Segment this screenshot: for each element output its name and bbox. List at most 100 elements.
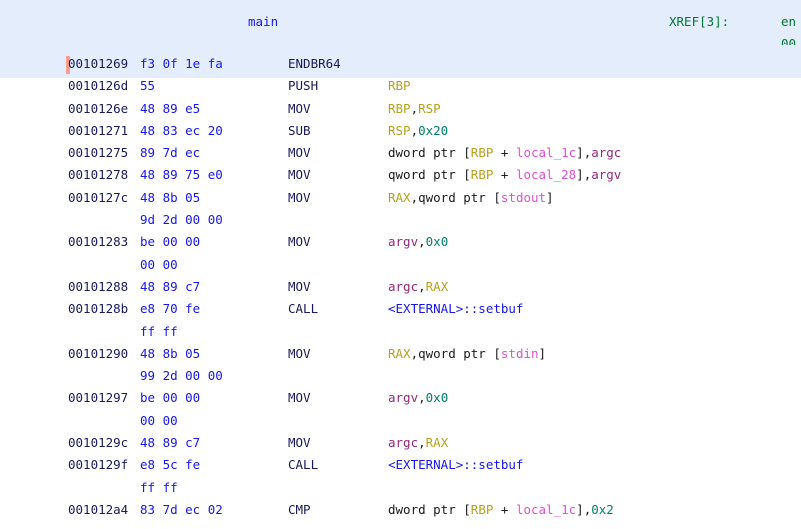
instruction-address[interactable]: 00101290 — [68, 346, 128, 361]
instruction-mnemonic: MOV — [288, 100, 311, 116]
instruction-bytes: 99 2d 00 00 — [140, 368, 223, 384]
operand-token-param[interactable]: argv — [388, 234, 418, 249]
instruction-row[interactable]: 00101283 be 00 00 MOV argv,0x0 — [0, 234, 801, 256]
instruction-address[interactable]: 0010129c — [68, 435, 128, 450]
operand-token-param[interactable]: argc — [388, 279, 418, 294]
instruction-operands[interactable]: dword ptr [RBP + local_1c],0x2 — [388, 502, 614, 517]
operand-token-sym[interactable]: stdout — [501, 190, 546, 205]
instruction-operands[interactable]: argc,RAX — [388, 279, 448, 294]
instruction-operands[interactable]: <EXTERNAL>::setbuf — [388, 301, 523, 316]
instruction-row[interactable]: 001012a4 83 7d ec 02 CMP dword ptr [RBP + l… — [0, 502, 801, 524]
instruction-row[interactable]: 0010128b e8 70 fe CALL <EXTERNAL>::setbuf — [0, 301, 801, 323]
instruction-address[interactable]: 0010129f — [68, 457, 128, 472]
operand-token-sym[interactable]: stdin — [501, 346, 539, 361]
instruction-operands[interactable]: RBP,RSP — [388, 101, 441, 116]
instruction-bytes: 48 8b 05 — [140, 189, 201, 205]
operand-token-reg: RSP — [418, 100, 441, 116]
instruction-row[interactable]: 0010126e 48 89 e5 MOV RBP,RSP — [0, 101, 801, 123]
instruction-address[interactable]: 00101271 — [68, 123, 128, 138]
instruction-row[interactable]: 00101275 89 7d ec MOV dword ptr [RBP + loca… — [0, 145, 801, 167]
instruction-row[interactable]: 00101297 be 00 00 MOV argv,0x0 — [0, 390, 801, 412]
operand-token-const: 0x0 — [425, 390, 449, 406]
operand-token-reg: RBP — [388, 78, 411, 94]
instruction-row[interactable]: 00101288 48 89 c7 MOV argc,RAX — [0, 279, 801, 301]
instruction-bytes: 00 00 — [140, 256, 178, 272]
operand-token-reg: RAX — [425, 435, 449, 451]
operand-token-reg: RBP — [388, 100, 411, 116]
xref-target-label[interactable]: en — [781, 14, 796, 29]
instruction-bytes: 48 89 75 e0 — [140, 167, 223, 183]
operand-token-param[interactable]: argv — [388, 390, 418, 405]
operand-token-const: 0x0 — [425, 234, 449, 250]
instruction-mnemonic: PUSH — [288, 78, 319, 94]
instruction-operands[interactable]: RAX,qword ptr [stdout] — [388, 190, 554, 205]
operand-token-var[interactable]: local_1c — [516, 502, 576, 517]
instruction-address[interactable]: 0010128b — [68, 301, 128, 316]
instruction-row[interactable]: 0010129f e8 5c fe CALL <EXTERNAL>::setbuf — [0, 457, 801, 479]
instruction-row[interactable]: 00 00 — [0, 257, 801, 279]
instruction-mnemonic: MOV — [288, 234, 311, 250]
instruction-address[interactable]: 001012a4 — [68, 502, 128, 517]
operand-token-plain: ], — [576, 167, 592, 183]
instruction-row[interactable]: 00101269 f3 0f 1e fa ENDBR64 — [0, 56, 801, 78]
instruction-address[interactable]: 00101275 — [68, 145, 128, 160]
instruction-operands[interactable]: <EXTERNAL>::setbuf — [388, 457, 523, 472]
instruction-bytes: ff ff — [140, 479, 178, 495]
operand-token-plain: qword ptr [ — [388, 167, 471, 183]
instruction-row[interactable]: 00 00 — [0, 413, 801, 435]
operand-token-var[interactable]: local_1c — [516, 145, 576, 160]
operand-token-plain: dword ptr [ — [388, 501, 471, 517]
instruction-operands[interactable]: argc,RAX — [388, 435, 448, 450]
instruction-bytes: 48 89 e5 — [140, 100, 201, 116]
instruction-row[interactable]: 0010129c 48 89 c7 MOV argc,RAX — [0, 435, 801, 457]
instruction-mnemonic: CMP — [288, 501, 311, 517]
operand-token-extcall[interactable]: <EXTERNAL>::setbuf — [388, 457, 523, 472]
instruction-operands[interactable]: argv,0x0 — [388, 390, 448, 405]
disassembly-listing-view[interactable]: main XREF[3]: en 00 00101269 f3 0f 1e fa E… — [0, 0, 801, 529]
instruction-row-container[interactable]: 00101269 f3 0f 1e fa ENDBR64 0010126d 55 PUSH… — [0, 56, 801, 524]
instruction-row[interactable]: 0010126d 55 PUSH RBP — [0, 78, 801, 100]
instruction-row[interactable]: 0010127c 48 8b 05 MOV RAX,qword ptr [stdout… — [0, 190, 801, 212]
instruction-operands[interactable]: argv,0x0 — [388, 234, 448, 249]
operand-token-plain: , — [418, 390, 426, 406]
instruction-operands[interactable]: RBP — [388, 78, 411, 93]
instruction-address[interactable]: 0010126e — [68, 101, 128, 116]
operand-token-plain: dword ptr [ — [388, 145, 471, 161]
instruction-bytes: 00 00 — [140, 412, 178, 428]
instruction-row[interactable]: 00101290 48 8b 05 MOV RAX,qword ptr [stdin] — [0, 346, 801, 368]
instruction-operands[interactable]: RAX,qword ptr [stdin] — [388, 346, 546, 361]
instruction-bytes: ff ff — [140, 323, 178, 339]
operand-token-param[interactable]: argv — [591, 167, 621, 182]
instruction-address[interactable]: 00101297 — [68, 390, 128, 405]
operand-token-param[interactable]: argc — [591, 145, 621, 160]
operand-token-plain: , — [418, 234, 426, 250]
instruction-row[interactable]: ff ff — [0, 480, 801, 502]
instruction-row[interactable]: 99 2d 00 00 — [0, 368, 801, 390]
instruction-address[interactable]: 00101288 — [68, 279, 128, 294]
instruction-address[interactable]: 00101283 — [68, 234, 128, 249]
operand-token-var[interactable]: local_28 — [516, 167, 576, 182]
instruction-address[interactable]: 00101278 — [68, 167, 128, 182]
instruction-operands[interactable]: RSP,0x20 — [388, 123, 448, 138]
instruction-address[interactable]: 00101269 — [68, 56, 128, 71]
instruction-bytes: e8 5c fe — [140, 457, 201, 473]
instruction-mnemonic: MOV — [288, 435, 311, 451]
function-name-label[interactable]: main — [248, 14, 278, 29]
operand-token-extcall[interactable]: <EXTERNAL>::setbuf — [388, 301, 523, 316]
instruction-operands[interactable]: qword ptr [RBP + local_28],argv — [388, 167, 621, 182]
instruction-operands[interactable]: dword ptr [RBP + local_1c],argc — [388, 145, 621, 160]
instruction-row[interactable]: 00101278 48 89 75 e0 MOV qword ptr [RBP + l… — [0, 167, 801, 189]
instruction-row[interactable]: ff ff — [0, 324, 801, 346]
instruction-address[interactable]: 0010126d — [68, 78, 128, 93]
operand-token-plain: ,qword ptr [ — [410, 189, 501, 205]
instruction-bytes: 48 83 ec 20 — [140, 122, 223, 138]
instruction-bytes: 48 89 c7 — [140, 435, 201, 451]
operand-token-reg: RBP — [470, 501, 494, 517]
instruction-bytes: be 00 00 — [140, 234, 201, 250]
operand-token-param[interactable]: argc — [388, 435, 418, 450]
instruction-row[interactable]: 9d 2d 00 00 — [0, 212, 801, 234]
instruction-bytes: 9d 2d 00 00 — [140, 212, 223, 228]
instruction-address[interactable]: 0010127c — [68, 190, 128, 205]
instruction-mnemonic: CALL — [288, 457, 319, 473]
instruction-row[interactable]: 00101271 48 83 ec 20 SUB RSP,0x20 — [0, 123, 801, 145]
